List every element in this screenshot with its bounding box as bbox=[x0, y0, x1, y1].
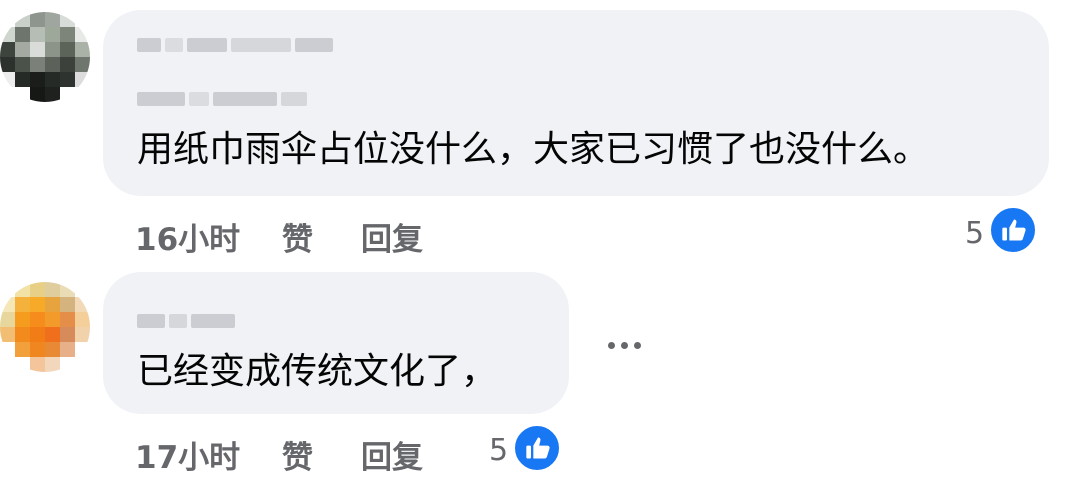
avatar[interactable] bbox=[0, 12, 90, 102]
comment-bubble: 用纸巾雨伞占位没什么，大家已习惯了也没什么。 bbox=[103, 10, 1049, 196]
more-options-icon[interactable] bbox=[608, 342, 641, 349]
author-subtitle-redacted bbox=[137, 92, 307, 106]
comment-text: 已经变成传统文化了， bbox=[137, 351, 498, 392]
timestamp[interactable]: 16小时 bbox=[135, 214, 240, 259]
like-button[interactable]: 赞 bbox=[282, 214, 313, 259]
author-name-redacted[interactable] bbox=[137, 38, 333, 52]
reaction-count[interactable]: 5 bbox=[489, 433, 508, 468]
reply-button[interactable]: 回复 bbox=[361, 432, 423, 477]
comment-bubble: 已经变成传统文化了， bbox=[103, 272, 569, 414]
author-name-redacted[interactable] bbox=[137, 314, 235, 328]
like-button[interactable]: 赞 bbox=[282, 432, 313, 477]
reply-button[interactable]: 回复 bbox=[361, 214, 423, 259]
comment-text: 用纸巾雨伞占位没什么，大家已习惯了也没什么。 bbox=[137, 129, 930, 170]
timestamp[interactable]: 17小时 bbox=[135, 432, 240, 477]
thumbs-up-icon[interactable] bbox=[988, 205, 1038, 255]
reaction-count[interactable]: 5 bbox=[965, 216, 984, 251]
avatar[interactable] bbox=[0, 282, 90, 372]
thumbs-up-icon[interactable] bbox=[512, 423, 562, 473]
